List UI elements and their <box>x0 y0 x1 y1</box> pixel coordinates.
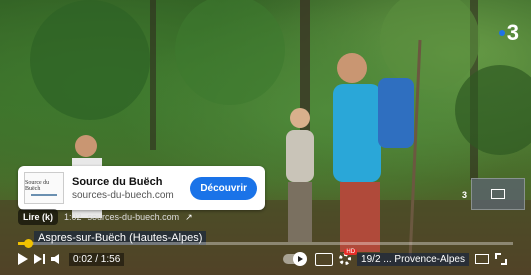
volume-button[interactable] <box>51 254 61 264</box>
ad-domain-link[interactable]: sources-du-buech.com <box>88 212 180 222</box>
subtitles-button[interactable] <box>315 252 334 266</box>
date-region-label: 19/2 ... Provence-Alpes <box>357 252 469 266</box>
control-bar: 0:02 / 1:56 HD 19/2 ... Provence-Alpes <box>18 248 513 270</box>
play-icon <box>18 253 28 265</box>
progress-bar[interactable] <box>18 239 513 248</box>
progress-scrubber[interactable] <box>23 239 33 248</box>
settings-button[interactable]: HD <box>339 249 358 265</box>
ad-logo-wave-icon <box>31 194 57 196</box>
volume-icon <box>51 254 59 264</box>
queue-count: 3 <box>461 190 467 200</box>
channel-logo: 3 <box>498 20 519 46</box>
fullscreen-button[interactable] <box>495 253 507 265</box>
subtitles-icon <box>315 252 334 266</box>
next-button[interactable] <box>34 254 45 264</box>
miniplayer-button[interactable] <box>475 254 489 264</box>
ad-logo: Source du Buëch <box>24 172 64 204</box>
video-player[interactable]: 3 Source du Buëch Source du Buëch source… <box>0 0 531 275</box>
autoplay-play-icon <box>297 256 303 262</box>
external-link-icon[interactable]: ↗ <box>185 212 193 223</box>
ad-url: sources-du-buech.com <box>72 189 174 201</box>
ad-discover-button[interactable]: Découvrir <box>190 176 257 200</box>
ad-text: Source du Buëch sources-du-buech.com <box>72 176 190 201</box>
play-button[interactable] <box>18 253 28 265</box>
ad-logo-text: Source du Buëch <box>25 180 50 192</box>
fullscreen-icon <box>495 253 507 265</box>
next-video-icon <box>491 189 505 199</box>
timecode: 0:02 / 1:56 <box>69 252 125 266</box>
ad-read-button[interactable]: Lire (k) <box>18 209 59 225</box>
ad-info-bar: Lire (k) 1:02 sources-du-buech.com ↗ <box>18 209 193 225</box>
ad-card[interactable]: Source du Buëch Source du Buëch sources-… <box>18 166 265 210</box>
ad-time: 1:02 <box>64 212 82 222</box>
ad-title: Source du Buëch <box>72 175 163 188</box>
logo-dot-icon <box>498 30 505 36</box>
miniplayer-icon <box>475 254 489 264</box>
next-icon <box>34 254 42 264</box>
next-video-thumbnail[interactable] <box>471 178 525 210</box>
autoplay-toggle[interactable] <box>283 252 308 266</box>
channel-logo-text: 3 <box>506 20 519 45</box>
